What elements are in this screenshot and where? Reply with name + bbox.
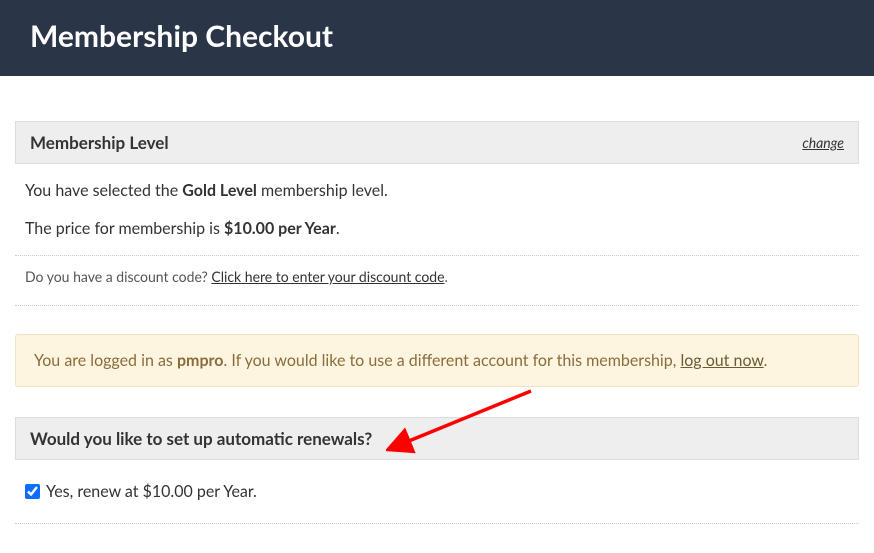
auto-renewal-checkbox[interactable] [25,484,40,499]
membership-level-title: Membership Level [30,132,169,153]
price-text: The price for membership is $10.00 per Y… [25,217,849,241]
membership-level-body: You have selected the Gold Level members… [15,164,859,241]
change-level-link[interactable]: change [802,134,844,151]
selected-level-text: You have selected the Gold Level members… [25,179,849,203]
page-title: Membership Checkout [30,18,844,54]
auto-renewal-title: Would you like to set up automatic renew… [30,428,844,449]
discount-code-link[interactable]: Click here to enter your discount code [211,268,444,285]
auto-renewal-header: Would you like to set up automatic renew… [15,417,859,460]
login-status-alert: You are logged in as pmpro. If you would… [15,334,859,387]
page-header: Membership Checkout [0,0,874,76]
logged-in-username: pmpro [177,351,224,370]
price-value: $10.00 per Year [224,219,336,238]
annotation-arrow-icon [386,383,546,462]
checkout-content: Membership Level change You have selecte… [0,121,874,524]
logout-link[interactable]: log out now [680,351,763,370]
selected-level-name: Gold Level [182,181,257,200]
divider [15,255,859,256]
membership-level-header: Membership Level change [15,121,859,164]
auto-renewal-label[interactable]: Yes, renew at $10.00 per Year. [46,482,257,501]
divider [15,305,859,306]
auto-renewal-checkbox-row: Yes, renew at $10.00 per Year. [15,460,859,515]
discount-code-line: Do you have a discount code? Click here … [15,264,859,297]
divider [15,523,859,524]
